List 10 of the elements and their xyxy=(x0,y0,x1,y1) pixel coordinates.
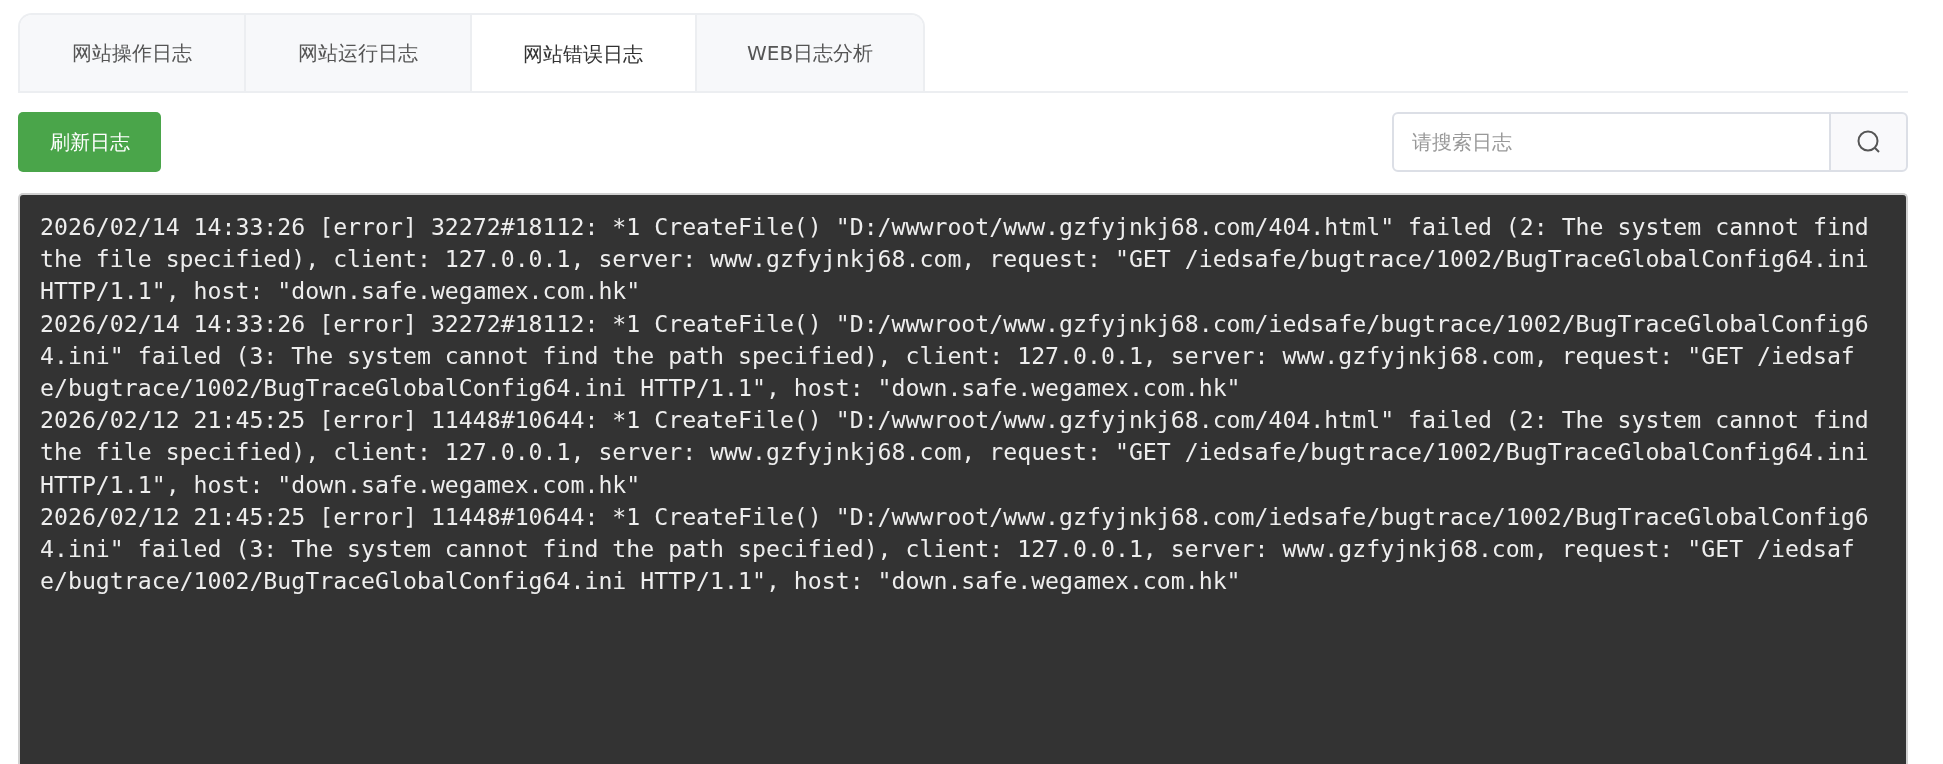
search-icon xyxy=(1855,129,1882,155)
log-entry: 2026/02/14 14:33:26 [error] 32272#18112: *1 CreateFile() "D:/wwwroot/www.gzfyjnkj68.com/404.html" failed (2: The system cannot find the file specified), client: 127.0.0.1, server: www.gzfyjnkj68.com, request: "GET /iedsafe/bugtrace/1002/BugTraceGlobalConfig64.ini HTTP/1.1", host: "down.safe.wegamex.com.hk" xyxy=(40,212,1870,307)
tab[interactable]: 网站运行日志 xyxy=(245,15,472,91)
search-field[interactable]: 请搜索日志 xyxy=(1392,112,1830,172)
log-entry: 2026/02/14 14:33:26 [error] 32272#18112: *1 CreateFile() "D:/wwwroot/www.gzfyjnkj68.com/iedsafe/bugtrace/1002/BugTraceGlobalConfig64.ini" failed (3: The system cannot find the path specified), client: 127.0.0.1, server: www.gzfyjnkj68.com, request: "GET /iedsafe/bugtrace/1002/BugTraceGlobalConfig64.ini HTTP/1.1", host: "down.safe.wegamex.com.hk" xyxy=(40,308,1870,403)
tab[interactable]: 网站操作日志 xyxy=(20,15,246,91)
log-entry: 2026/02/12 21:45:25 [error] 11448#10644: *1 CreateFile() "D:/wwwroot/www.gzfyjnkj68.com/404.html" failed (2: The system cannot find the file specified), client: 127.0.0.1, server: www.gzfyjnkj68.com, request: "GET /iedsafe/bugtrace/1002/BugTraceGlobalConfig64.ini HTTP/1.1", host: "down.safe.wegamex.com.hk" xyxy=(40,405,1870,500)
tab[interactable]: WEB日志分析 xyxy=(697,15,923,91)
search-button[interactable] xyxy=(1830,112,1908,172)
log-entry: 2026/02/12 21:45:25 [error] 11448#10644: *1 CreateFile() "D:/wwwroot/www.gzfyjnkj68.com/iedsafe/bugtrace/1002/BugTraceGlobalConfig64.ini" failed (3: The system cannot find the path specified), client: 127.0.0.1, server: www.gzfyjnkj68.com, request: "GET /iedsafe/bugtrace/1002/BugTraceGlobalConfig64.ini HTTP/1.1", host: "down.safe.wegamex.com.hk" xyxy=(40,501,1870,597)
